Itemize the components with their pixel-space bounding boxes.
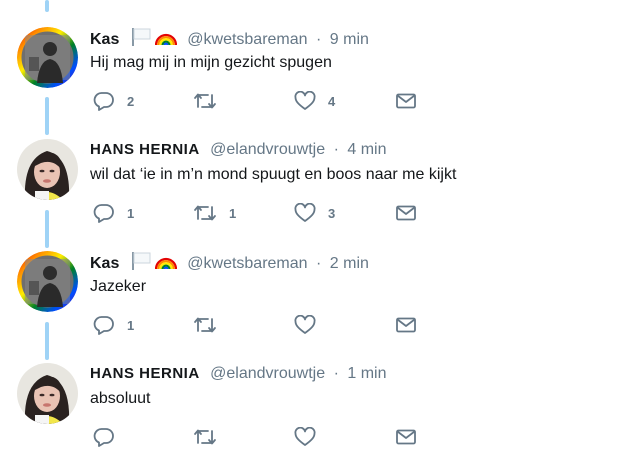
- envelope-icon: [396, 93, 416, 109]
- white-flag-icon: [131, 252, 151, 270]
- separator-dot: ·: [333, 141, 339, 158]
- retweet-icon: [194, 205, 216, 221]
- rainbow-icon: [154, 33, 177, 46]
- retweet-icon: [194, 93, 216, 109]
- separator-dot: ·: [333, 365, 339, 382]
- envelope-icon: [396, 205, 416, 221]
- tweet[interactable]: Kas @kwetsbareman · 9 min Hij mag mij in…: [0, 0, 629, 112]
- handle[interactable]: @elandvrouwtje: [210, 141, 325, 158]
- retweet-icon: [194, 317, 216, 333]
- retweet-icon: [194, 429, 216, 445]
- avatar[interactable]: [17, 251, 78, 312]
- avatar[interactable]: [17, 139, 78, 200]
- separator-dot: ·: [316, 31, 322, 48]
- heart-icon: [294, 315, 316, 334]
- tweet-text: absoluut: [90, 390, 151, 407]
- retweet-button[interactable]: [193, 427, 229, 447]
- timestamp[interactable]: 9 min: [330, 31, 369, 48]
- white-flag-icon: [131, 28, 151, 46]
- reply-button[interactable]: [93, 427, 127, 447]
- reply-count: 1: [127, 317, 135, 333]
- timestamp[interactable]: 1 min: [347, 365, 386, 382]
- like-count: 4: [328, 93, 336, 109]
- tweet-text: Jazeker: [90, 278, 147, 295]
- reply-count: 2: [127, 93, 135, 109]
- heart-icon: [294, 91, 316, 110]
- retweet-button[interactable]: 1: [193, 203, 236, 223]
- reply-icon: [93, 428, 114, 447]
- timestamp[interactable]: 2 min: [330, 255, 369, 272]
- handle[interactable]: @kwetsbareman: [187, 255, 307, 272]
- avatar[interactable]: [17, 363, 78, 424]
- avatar[interactable]: [17, 27, 78, 88]
- reply-icon: [93, 92, 114, 111]
- rainbow-icon: [154, 257, 177, 270]
- display-name[interactable]: HANS HERNIA: [90, 141, 200, 158]
- direct-message-button[interactable]: [395, 203, 417, 223]
- tweet[interactable]: Kas @kwetsbareman · 2 min Jazeker 1: [0, 224, 629, 336]
- timestamp[interactable]: 4 min: [347, 141, 386, 158]
- display-name[interactable]: Kas: [90, 31, 119, 48]
- retweet-count: 1: [229, 205, 237, 221]
- reply-icon: [93, 316, 114, 335]
- like-button[interactable]: 3: [294, 203, 335, 223]
- separator-dot: ·: [316, 255, 322, 272]
- handle[interactable]: @elandvrouwtje: [210, 365, 325, 382]
- display-name[interactable]: HANS HERNIA: [90, 365, 200, 382]
- direct-message-button[interactable]: [395, 315, 417, 335]
- like-button[interactable]: 4: [294, 91, 335, 111]
- direct-message-button[interactable]: [395, 427, 417, 447]
- heart-icon: [294, 203, 316, 222]
- like-button[interactable]: [294, 315, 328, 335]
- display-name[interactable]: Kas: [90, 255, 119, 272]
- direct-message-button[interactable]: [395, 91, 417, 111]
- envelope-icon: [396, 429, 416, 445]
- reply-count: 1: [127, 205, 135, 221]
- like-count: 3: [328, 205, 336, 221]
- envelope-icon: [396, 317, 416, 333]
- reply-button[interactable]: 1: [93, 203, 134, 223]
- tweet-text: wil dat ‘ie in m’n mond spuugt en boos n…: [90, 166, 457, 183]
- handle[interactable]: @kwetsbareman: [187, 31, 307, 48]
- tweet-text: Hij mag mij in mijn gezicht spugen: [90, 54, 332, 71]
- reply-icon: [93, 204, 114, 223]
- heart-icon: [294, 427, 316, 446]
- tweet[interactable]: HANS HERNIA @elandvrouwtje · 1 min absol…: [0, 336, 629, 448]
- reply-button[interactable]: 1: [93, 315, 134, 335]
- retweet-button[interactable]: [193, 315, 229, 335]
- tweet[interactable]: HANS HERNIA @elandvrouwtje · 4 min wil d…: [0, 112, 629, 224]
- retweet-button[interactable]: [193, 91, 229, 111]
- reply-button[interactable]: 2: [93, 91, 134, 111]
- like-button[interactable]: [294, 427, 328, 447]
